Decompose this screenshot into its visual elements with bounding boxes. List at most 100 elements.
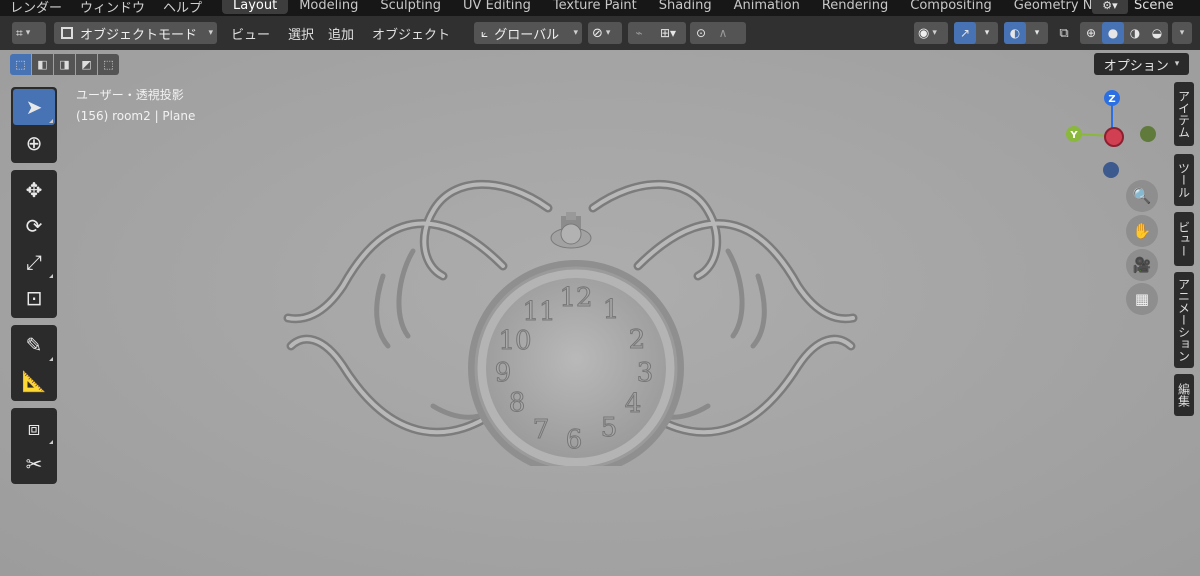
tab-layout[interactable]: Layout <box>222 0 289 14</box>
scene-icon[interactable]: ⚙▾ <box>1092 0 1128 14</box>
zoom-button[interactable]: 🔍 <box>1126 180 1158 212</box>
menu-object[interactable]: オブジェクト <box>365 24 457 43</box>
transform-orientation-dropdown[interactable]: ⟀ グローバル ▾ <box>474 22 582 44</box>
link-icon: ⊘ <box>592 25 603 41</box>
chevron-down-icon: ▾ <box>25 28 31 38</box>
xray-toggle[interactable]: ⧉ <box>1054 22 1074 44</box>
rendered-icon[interactable]: ◒ <box>1146 22 1168 44</box>
tab-tool[interactable]: ツール <box>1174 154 1194 206</box>
numeral-9: 9 <box>495 358 512 388</box>
rotate-icon: ⟳ <box>25 214 43 238</box>
tab-uv-editing[interactable]: UV Editing <box>452 0 542 14</box>
edit-shape-tool[interactable]: ✂ <box>13 446 55 482</box>
overlay-group: ◐ ▾ <box>1004 22 1048 44</box>
scene-name: Scene <box>1134 0 1174 13</box>
scene-selector[interactable]: ⚙▾ Scene <box>1092 0 1174 14</box>
transform-icon: ⊡ <box>25 286 43 310</box>
snap-group: ⌁ ⊞▾ <box>628 22 686 44</box>
tab-animation[interactable]: アニメーション <box>1174 272 1194 368</box>
tab-shading[interactable]: Shading <box>648 0 723 14</box>
sidebar-tabs: アイテム ツール ビュー アニメーション 編集 <box>1174 82 1196 422</box>
tab-modeling[interactable]: Modeling <box>288 0 369 14</box>
menu-help[interactable]: ヘルプ <box>163 0 202 16</box>
clock-model[interactable]: 12 1 2 3 4 5 6 7 8 9 10 11 <box>283 156 858 466</box>
select-extend-icon[interactable]: ◧ <box>32 54 53 75</box>
editor-type-button[interactable]: ⌗ ▾ <box>12 22 46 44</box>
proportional-edit-icon[interactable]: ⊙ <box>690 22 712 44</box>
options-dropdown[interactable]: オプション ▾ <box>1094 53 1189 75</box>
chevron-down-icon[interactable]: ▾ <box>1026 22 1048 44</box>
tab-texture-paint[interactable]: Texture Paint <box>542 0 648 14</box>
pencil-icon: ✎ <box>25 333 43 357</box>
tab-compositing[interactable]: Compositing <box>899 0 1003 14</box>
material-preview-icon[interactable]: ◑ <box>1124 22 1146 44</box>
transform-tool[interactable]: ⊡ <box>13 280 55 316</box>
mode-dropdown[interactable]: オブジェクトモード ▾ <box>54 22 217 44</box>
navigation-gizmo[interactable]: Z Y <box>1060 88 1170 188</box>
orientation-label: グローバル <box>494 27 560 43</box>
scale-tool[interactable]: ⤢ <box>13 244 55 280</box>
menu-add[interactable]: 追加 <box>321 24 361 43</box>
select-intersect-icon[interactable]: ⬚ <box>98 54 119 75</box>
solid-icon[interactable]: ● <box>1102 22 1124 44</box>
toolbar: ➤ ⊕ ✥ ⟳ ⤢ ⊡ ✎ 📐 ⧈ ✂ <box>11 87 57 491</box>
clock-top-finial <box>550 212 592 249</box>
3d-viewport[interactable]: ⬚ ◧ ◨ ◩ ⬚ オプション ▾ ➤ ⊕ ✥ ⟳ ⤢ ⊡ ✎ 📐 ⧈ ✂ ユー… <box>0 50 1200 576</box>
object-mode-icon <box>61 27 73 39</box>
axis-neg-z-icon[interactable] <box>1103 162 1119 178</box>
pivot-dropdown[interactable]: ⊘ ▾ <box>588 22 622 44</box>
rotate-tool[interactable]: ⟳ <box>13 208 55 244</box>
zoom-icon: 🔍 <box>1132 187 1152 205</box>
tab-view[interactable]: ビュー <box>1174 212 1194 266</box>
numeral-11: 11 <box>522 297 555 327</box>
xray-icon: ⧉ <box>1059 25 1069 41</box>
axis-x-icon[interactable] <box>1104 127 1124 147</box>
annotate-tool[interactable]: ✎ <box>13 327 55 363</box>
cursor-tool[interactable]: ⊕ <box>13 125 55 161</box>
overlay-icon[interactable]: ◐ <box>1004 22 1026 44</box>
snap-increment-icon[interactable]: ⊞▾ <box>650 22 686 44</box>
falloff-icon[interactable]: ∧ <box>712 22 734 44</box>
axis-neg-y-icon[interactable] <box>1140 126 1156 142</box>
menu-view[interactable]: ビュー <box>224 24 277 43</box>
shading-options-dropdown[interactable]: ▾ <box>1172 22 1192 44</box>
select-box-tool[interactable]: ➤ <box>13 89 55 125</box>
snap-icon[interactable]: ⌁ <box>628 22 650 44</box>
hand-icon: ✋ <box>1132 222 1152 240</box>
select-new-icon[interactable]: ⬚ <box>10 54 31 75</box>
tab-rendering[interactable]: Rendering <box>811 0 899 14</box>
chevron-down-icon[interactable]: ▾ <box>976 22 998 44</box>
add-cube-tool[interactable]: ⧈ <box>13 410 55 446</box>
ortho-toggle-button[interactable]: ▦ <box>1126 283 1158 315</box>
select-subtract-icon[interactable]: ◨ <box>54 54 75 75</box>
move-tool[interactable]: ✥ <box>13 172 55 208</box>
numeral-3: 3 <box>637 358 654 388</box>
camera-button[interactable]: 🎥 <box>1126 249 1158 281</box>
select-invert-icon[interactable]: ◩ <box>76 54 97 75</box>
numeral-10: 10 <box>498 326 531 356</box>
numeral-8: 8 <box>509 388 526 418</box>
chevron-down-icon: ▾ <box>208 28 213 38</box>
workspace-tabs: Layout Modeling Sculpting UV Editing Tex… <box>222 0 1134 14</box>
pan-button[interactable]: ✋ <box>1126 215 1158 247</box>
tool-group-select: ➤ ⊕ <box>11 87 57 163</box>
tool-group-transform: ✥ ⟳ ⤢ ⊡ <box>11 170 57 318</box>
tool-group-add: ⧈ ✂ <box>11 408 57 484</box>
options-label: オプション <box>1103 58 1169 74</box>
numeral-2: 2 <box>629 325 646 355</box>
chevron-down-icon: ▾ <box>1174 59 1180 69</box>
gizmo-icon[interactable]: ↗ <box>954 22 976 44</box>
tab-edit[interactable]: 編集 <box>1174 374 1194 416</box>
menu-render[interactable]: レンダー <box>10 0 62 16</box>
wireframe-icon[interactable]: ⊕ <box>1080 22 1102 44</box>
crosshair-icon: ⊕ <box>25 131 43 155</box>
chevron-down-icon: ▾ <box>932 28 937 38</box>
scissors-cube-icon: ✂ <box>25 452 43 476</box>
tab-sculpting[interactable]: Sculpting <box>369 0 452 14</box>
tab-animation[interactable]: Animation <box>723 0 811 14</box>
measure-tool[interactable]: 📐 <box>13 363 55 399</box>
menu-window[interactable]: ウィンドウ <box>80 0 145 16</box>
visibility-dropdown[interactable]: ◉ ▾ <box>914 22 948 44</box>
tab-item[interactable]: アイテム <box>1174 82 1194 146</box>
menu-select[interactable]: 選択 <box>281 24 321 43</box>
